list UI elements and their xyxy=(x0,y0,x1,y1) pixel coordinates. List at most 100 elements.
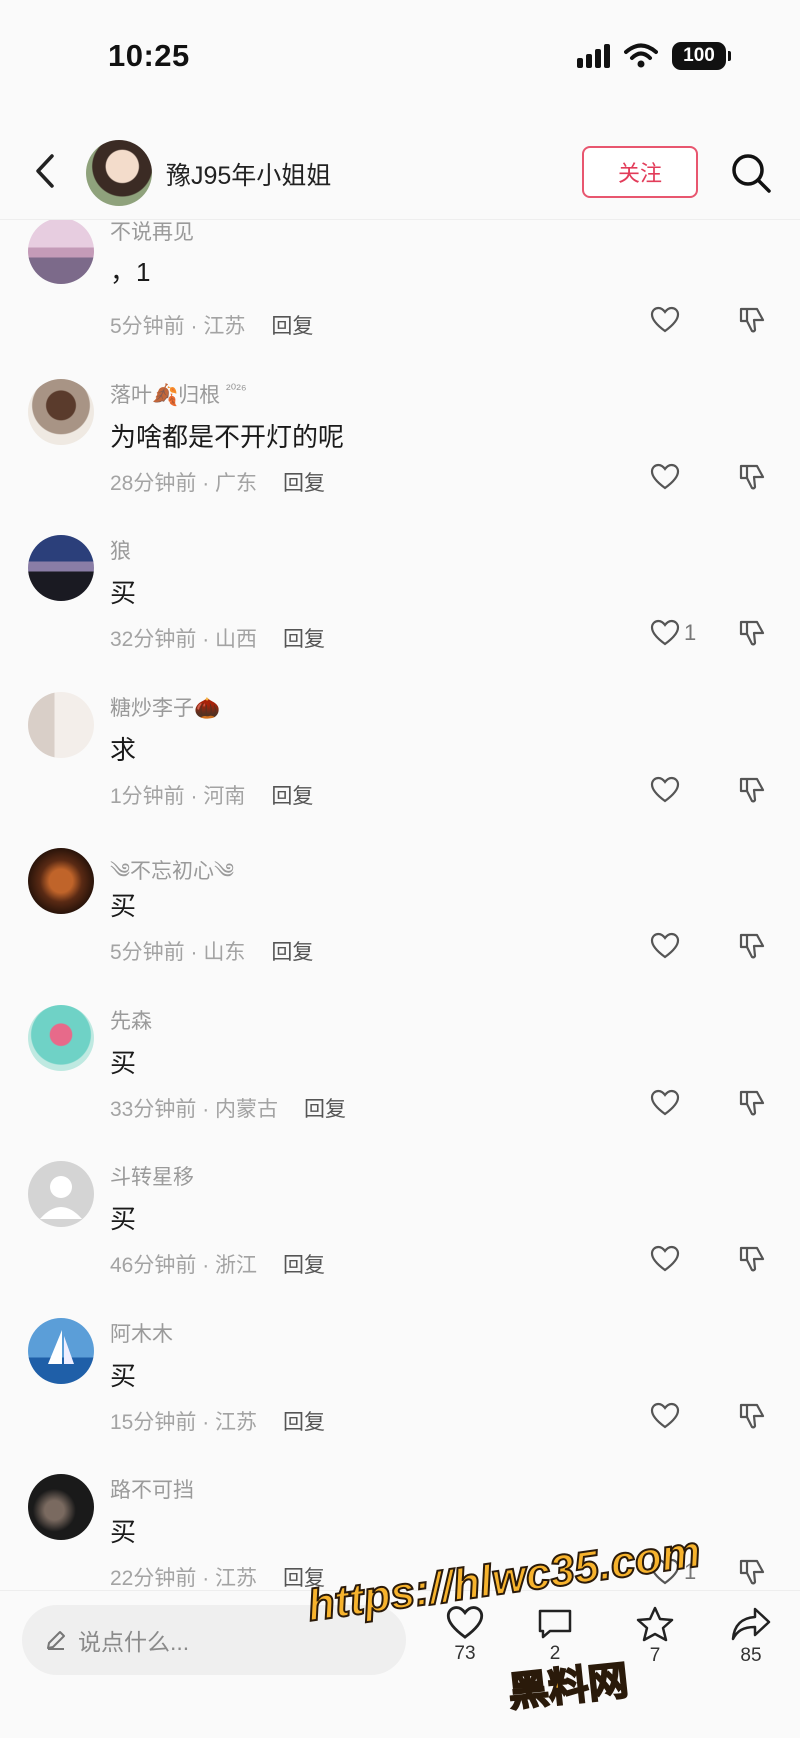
share-count: 85 xyxy=(740,1645,762,1666)
avatar[interactable] xyxy=(28,848,94,914)
dislike-icon[interactable] xyxy=(738,1245,766,1273)
comment-author[interactable]: 不说再见 xyxy=(110,220,194,246)
comment-meta: 5分钟前 · 江苏 回复 xyxy=(110,315,314,338)
back-icon[interactable] xyxy=(26,148,66,194)
comment-list[interactable]: 不说再见 ，1 5分钟前 · 江苏 回复 落叶🍂归根 ²⁰²⁶ 为啥都是不开灯的呢… xyxy=(0,220,800,1590)
avatar[interactable] xyxy=(28,1161,94,1227)
dislike-icon[interactable] xyxy=(738,1402,766,1430)
avatar[interactable] xyxy=(28,378,94,445)
comment-item: 落叶🍂归根 ²⁰²⁶ 为啥都是不开灯的呢 28分钟前 · 广东 回复 xyxy=(0,377,800,534)
comment-item: 阿木木 买 15分钟前 · 江苏 回复 xyxy=(0,1316,800,1473)
comment-author[interactable]: 糖炒李子🌰 xyxy=(110,692,220,722)
reply-button[interactable]: 回复 xyxy=(283,1411,325,1434)
comment-time: 46分钟前 xyxy=(110,1254,197,1277)
heart-icon xyxy=(446,1606,484,1639)
avatar[interactable] xyxy=(28,1317,94,1384)
comment-time: 15分钟前 xyxy=(110,1410,197,1434)
comment-author[interactable]: 先森 xyxy=(110,1005,152,1035)
dislike-icon[interactable] xyxy=(738,932,766,960)
comment-item: 斗转星移 买 46分钟前 · 浙江 回复 xyxy=(0,1159,800,1316)
like-button[interactable] xyxy=(650,932,684,960)
dislike-icon[interactable] xyxy=(738,463,766,491)
reply-button[interactable]: 回复 xyxy=(283,1567,325,1590)
reply-button[interactable]: 回复 xyxy=(283,472,325,495)
avatar[interactable] xyxy=(28,1474,94,1540)
like-action[interactable]: 73 xyxy=(430,1605,500,1665)
username[interactable]: 豫J95年小姐姐 xyxy=(166,156,331,192)
user-badge: ²⁰²⁶ xyxy=(226,380,247,397)
comment-item: 狼 买 32分钟前 · 山西 回复 1 xyxy=(0,533,800,690)
favorite-count: 7 xyxy=(649,1645,661,1666)
like-button[interactable]: 1 xyxy=(650,619,696,647)
comment-time: 5分钟前 xyxy=(110,941,185,964)
signal-icon xyxy=(577,44,610,68)
avatar[interactable] xyxy=(86,140,152,206)
like-button[interactable] xyxy=(650,776,684,804)
comment-text: ，1 xyxy=(110,257,151,287)
heart-icon xyxy=(650,1558,680,1585)
comment-time: 32分钟前 xyxy=(110,628,197,651)
like-button[interactable]: 1 xyxy=(650,1558,696,1586)
heart-icon xyxy=(650,1402,680,1428)
dislike-icon[interactable] xyxy=(738,1089,766,1117)
pencil-icon xyxy=(47,1631,65,1650)
comment-text: 为啥都是不开灯的呢 xyxy=(110,421,345,452)
comment-location: 河南 xyxy=(203,784,246,808)
dislike-icon[interactable] xyxy=(738,1558,766,1586)
comment-meta: 22分钟前 · 江苏 回复 xyxy=(110,1567,326,1590)
comment-item: 不说再见 ，1 5分钟前 · 江苏 回复 xyxy=(0,220,800,377)
avatar[interactable] xyxy=(28,1004,94,1071)
comment-author[interactable]: 落叶🍂归根 ²⁰²⁶ xyxy=(110,379,247,409)
like-button[interactable] xyxy=(650,1245,684,1273)
heart-icon xyxy=(650,932,680,959)
reply-button[interactable]: 回复 xyxy=(271,785,313,808)
like-button[interactable] xyxy=(650,306,684,334)
comment-meta: 33分钟前 · 内蒙古 回复 xyxy=(110,1097,347,1121)
comment-text: 买 xyxy=(110,1517,137,1547)
avatar[interactable] xyxy=(28,535,94,601)
comment-author[interactable]: 斗转星移 xyxy=(110,1161,194,1191)
comment-location: 山西 xyxy=(215,628,258,651)
favorite-action[interactable]: 7 xyxy=(620,1605,690,1667)
reply-button[interactable]: 回复 xyxy=(271,315,313,338)
comment-location: 浙江 xyxy=(215,1254,258,1277)
comment-author[interactable]: 阿木木 xyxy=(110,1318,173,1348)
comment-location: 广东 xyxy=(215,471,258,495)
comment-item: 先森 买 33分钟前 · 内蒙古 回复 xyxy=(0,1003,800,1160)
reply-button[interactable]: 回复 xyxy=(283,628,325,651)
heart-icon xyxy=(650,463,680,489)
profile-header: 豫J95年小姐姐 关注 xyxy=(0,120,800,220)
star-icon xyxy=(636,1606,674,1642)
comment-time: 5分钟前 xyxy=(110,315,185,338)
comment-author[interactable]: 路不可挡 xyxy=(110,1474,194,1504)
status-time: 10:25 xyxy=(108,38,190,73)
comment-item: ༄不忘初心༄ 买 5分钟前 · 山东 回复 xyxy=(0,846,800,1003)
comment-location: 内蒙古 xyxy=(215,1097,279,1121)
sailboat-icon xyxy=(48,1329,74,1364)
comment-author[interactable]: 狼 xyxy=(110,535,131,565)
follow-button[interactable]: 关注 xyxy=(582,146,698,198)
default-avatar-icon xyxy=(40,1176,82,1219)
status-icons: 100 xyxy=(577,42,731,70)
reply-button[interactable]: 回复 xyxy=(304,1098,346,1121)
dislike-icon[interactable] xyxy=(738,619,766,647)
avatar[interactable] xyxy=(28,220,94,284)
comment-input-placeholder: 说点什么... xyxy=(78,1629,190,1655)
reply-button[interactable]: 回复 xyxy=(271,941,313,964)
dislike-icon[interactable] xyxy=(738,776,766,804)
reply-button[interactable]: 回复 xyxy=(283,1254,325,1277)
comment-input[interactable]: 说点什么... xyxy=(22,1605,406,1675)
search-icon[interactable] xyxy=(728,150,774,196)
like-count: 1 xyxy=(684,620,697,645)
avatar[interactable] xyxy=(28,691,94,758)
comment-action[interactable]: 2 xyxy=(520,1605,590,1665)
like-count: 1 xyxy=(684,1559,697,1584)
share-action[interactable]: 85 xyxy=(716,1605,786,1667)
comment-meta: 1分钟前 · 河南 回复 xyxy=(110,784,314,808)
comment-text: 求 xyxy=(110,734,137,765)
like-button[interactable] xyxy=(650,463,684,491)
like-button[interactable] xyxy=(650,1089,684,1117)
like-button[interactable] xyxy=(650,1402,684,1430)
dislike-icon[interactable] xyxy=(738,306,766,334)
comment-location: 山东 xyxy=(203,941,246,964)
